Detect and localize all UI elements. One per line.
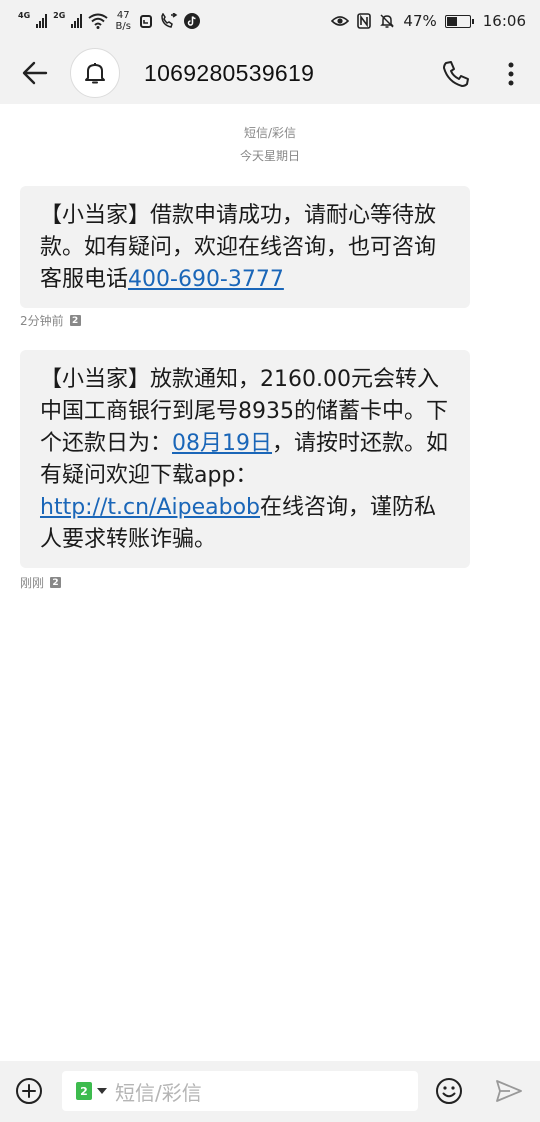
phone-number-link[interactable]: 400-690-3777 xyxy=(128,267,284,292)
message-timestamp: 刚刚 xyxy=(20,576,45,590)
sim2-network-label: 2G xyxy=(53,11,66,20)
clock: 16:06 xyxy=(482,12,526,30)
signal-icon xyxy=(36,14,48,28)
chevron-down-icon xyxy=(97,1088,107,1094)
status-right: 47% 16:06 xyxy=(331,12,526,30)
thread-date-label: 今天星期日 xyxy=(239,149,300,163)
eye-comfort-icon xyxy=(331,16,350,26)
attach-button[interactable] xyxy=(14,1076,44,1106)
message-bubble[interactable]: 【小当家】放款通知，2160.00元会转入中国工商银行到尾号8935的储蓄卡中。… xyxy=(20,350,470,568)
alarm-icon xyxy=(140,15,153,28)
wifi-icon xyxy=(88,13,108,29)
network-speed-unit: B/s xyxy=(115,21,131,32)
network-speed: 47 B/s xyxy=(114,10,132,32)
network-speed-value: 47 xyxy=(116,10,130,21)
sim-card-icon: 2 xyxy=(69,315,81,326)
message-input-placeholder: 短信/彩信 xyxy=(115,1080,202,1105)
plus-circle-icon xyxy=(16,1078,42,1104)
bell-icon xyxy=(85,63,105,84)
more-vertical-icon xyxy=(508,62,514,86)
sim-selector[interactable]: 2 xyxy=(76,1082,107,1100)
signal-icon xyxy=(71,14,83,28)
battery-percent: 47% xyxy=(403,12,437,30)
back-button[interactable] xyxy=(0,42,70,104)
sim-card-icon: 2 xyxy=(76,1082,92,1100)
notification-toggle-button[interactable] xyxy=(70,48,120,98)
date-link[interactable]: 08月19日 xyxy=(172,431,272,456)
message-input[interactable]: 2 短信/彩信 xyxy=(62,1071,418,1111)
sim-card-icon: 2 xyxy=(50,577,62,588)
send-icon xyxy=(496,1080,522,1102)
status-bar: 4G 2G 47 B/s 47% 16:06 xyxy=(0,0,540,42)
sim1-network-label: 4G xyxy=(18,11,31,20)
nfc-icon xyxy=(357,13,372,29)
more-options-button[interactable] xyxy=(496,56,526,92)
message-timestamp: 2分钟前 xyxy=(20,314,64,328)
emoji-button[interactable] xyxy=(434,1076,464,1106)
mute-bell-icon xyxy=(380,14,395,28)
message-meta: 刚刚 2 xyxy=(20,574,62,591)
message-meta: 2分钟前 2 xyxy=(20,312,81,329)
call-forward-icon xyxy=(161,13,178,28)
phone-icon xyxy=(443,61,469,87)
url-link[interactable]: http://t.cn/Aipeabob xyxy=(40,495,260,520)
status-left: 4G 2G 47 B/s xyxy=(18,10,201,32)
battery-icon xyxy=(444,14,474,28)
smiley-icon xyxy=(436,1078,462,1104)
back-arrow-icon xyxy=(22,61,48,85)
message-composer: 2 短信/彩信 xyxy=(0,1061,540,1122)
send-button[interactable] xyxy=(494,1076,524,1106)
message-bubble[interactable]: 【小当家】借款申请成功，请耐心等待放款。如有疑问，欢迎在线咨询，也可咨询客服电话… xyxy=(20,186,470,308)
conversation-title: 1069280539619 xyxy=(144,59,315,86)
call-button[interactable] xyxy=(438,56,474,92)
conversation-header: 1069280539619 xyxy=(0,42,540,104)
thread-channel-label: 短信/彩信 xyxy=(243,126,297,140)
tiktok-icon xyxy=(184,13,201,29)
